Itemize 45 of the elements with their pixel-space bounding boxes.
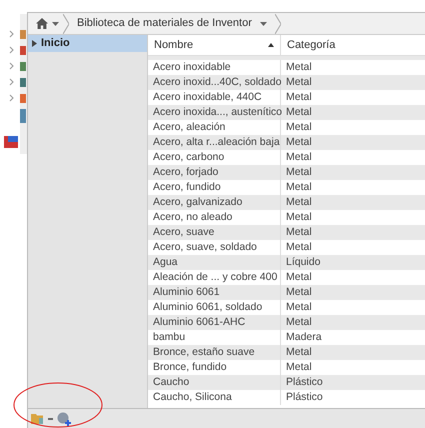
home-icon bbox=[36, 18, 48, 29]
table-row[interactable]: Caucho Plástico bbox=[148, 375, 425, 390]
globe-add-icon[interactable] bbox=[57, 412, 71, 426]
table-cell: Caucho, Silicona bbox=[148, 390, 281, 405]
table-row[interactable]: Aluminio 6061-AHC Metal bbox=[148, 315, 425, 330]
table-cell-text: Metal bbox=[285, 150, 313, 165]
table-cell-text: Metal bbox=[285, 345, 313, 360]
library-breadcrumb[interactable]: Biblioteca de materiales de Inventor bbox=[69, 13, 275, 34]
table-row[interactable]: Acero, suave Metal bbox=[148, 225, 425, 240]
table-cell-text: Metal bbox=[285, 285, 313, 300]
table-cell-text: Metal bbox=[285, 120, 313, 135]
table-row[interactable]: Agua Líquido bbox=[148, 255, 425, 270]
table-cell-text: Metal bbox=[285, 180, 313, 195]
table-row[interactable]: Bronce, estaño suave Metal bbox=[148, 345, 425, 360]
expand-arrow-icon bbox=[32, 40, 37, 47]
table-cell-text: Metal bbox=[285, 240, 313, 255]
sidebar-item[interactable]: Inicio bbox=[28, 35, 147, 52]
table-row[interactable]: Aluminio 6061 Metal bbox=[148, 285, 425, 300]
table-cell-text: Madera bbox=[285, 330, 323, 345]
table-cell-text: Plástico bbox=[285, 390, 324, 405]
table-cell-text: Metal bbox=[285, 195, 313, 210]
table-cell-text: Metal bbox=[285, 60, 313, 75]
table-cell-text: Líquido bbox=[285, 255, 322, 270]
folder-icon[interactable] bbox=[31, 413, 44, 424]
table-cell-text: Metal bbox=[285, 270, 313, 285]
table-cell-text: Metal bbox=[285, 135, 313, 150]
table-row[interactable]: Acero, galvanizado Metal bbox=[148, 195, 425, 210]
table-cell-text: Metal bbox=[285, 210, 313, 225]
table-cell-text: Metal bbox=[285, 315, 313, 330]
table-cell-text: Metal bbox=[285, 360, 313, 375]
table-cell-text: Metal bbox=[285, 165, 313, 180]
table-cell-text: Plástico bbox=[285, 375, 324, 390]
table-cell-text: Metal bbox=[285, 90, 313, 105]
table-row[interactable]: Acero, alta r...aleación baja Metal bbox=[148, 135, 425, 150]
table-cell-text: Metal bbox=[285, 105, 313, 120]
table-row[interactable]: Acero inoxid...40C, soldado Metal bbox=[148, 75, 425, 90]
breadcrumb-separator-icon bbox=[274, 14, 281, 34]
table-cell-text: Metal bbox=[285, 225, 313, 240]
sort-ascending-icon bbox=[268, 43, 274, 47]
breadcrumb-separator-icon bbox=[63, 14, 69, 34]
table-cell-text: Metal bbox=[285, 75, 313, 90]
table-row[interactable]: Acero inoxida..., austenítico Metal bbox=[148, 105, 425, 120]
table-row[interactable]: Acero, forjado Metal bbox=[148, 165, 425, 180]
sidebar-item-label: Inicio bbox=[41, 36, 70, 52]
table-cell-text: Metal bbox=[285, 300, 313, 315]
